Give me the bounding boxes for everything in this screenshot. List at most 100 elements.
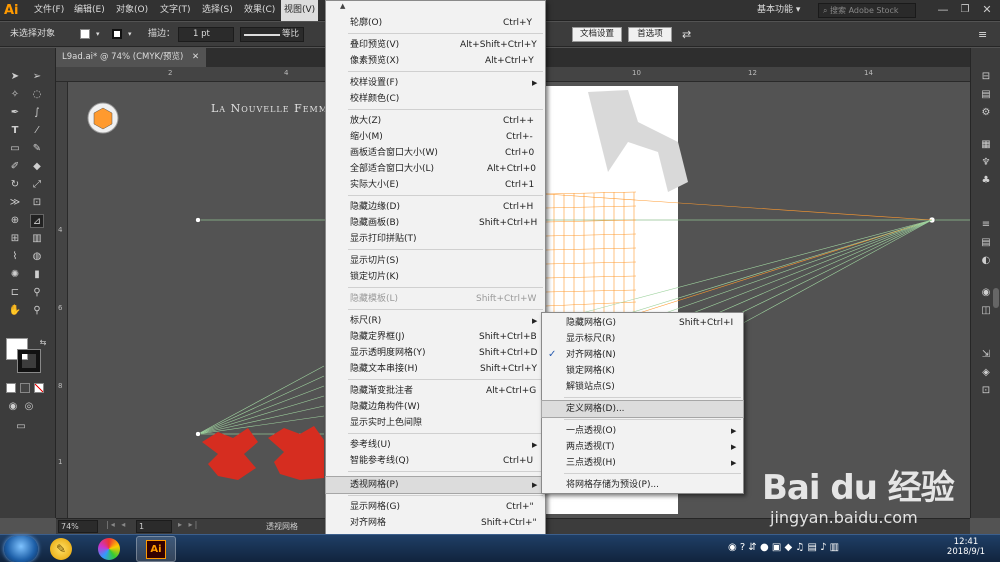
draw-mode-icon[interactable]: ◉ xyxy=(6,400,20,414)
color-mode-icon[interactable] xyxy=(6,383,16,393)
menu-edit[interactable]: 编辑(E) xyxy=(71,0,108,21)
properties-icon[interactable]: ⊟ xyxy=(979,70,993,84)
menu-item-show-slices[interactable]: 显示切片(S) xyxy=(326,253,545,269)
eraser-icon[interactable]: ◆ xyxy=(30,160,44,174)
menu-item-show-grid[interactable]: 显示网格(G) Ctrl+" xyxy=(326,499,545,515)
panel-scrollbar[interactable] xyxy=(993,288,999,308)
zoom-tool-icon[interactable]: ⚲ xyxy=(30,304,44,318)
width-tool-icon[interactable]: ≫ xyxy=(8,196,22,210)
menu-item-proof-setup[interactable]: 校样设置(F) ▶ xyxy=(326,75,545,91)
menu-item-hide-artboards[interactable]: 隐藏画板(B) Shift+Ctrl+H xyxy=(326,215,545,231)
menu-item-fit-artboard[interactable]: 画板适合窗口大小(W) Ctrl+0 xyxy=(326,145,545,161)
menu-item-rulers[interactable]: 标尺(R) ▶ xyxy=(326,313,545,329)
menu-item-pixel-preview[interactable]: 像素预览(X) Alt+Ctrl+Y xyxy=(326,53,545,69)
graphic-styles-icon[interactable]: ◫ xyxy=(979,304,993,318)
selection-tool-icon[interactable]: ➤ xyxy=(8,70,22,84)
color-guide-icon[interactable]: ⚙ xyxy=(979,106,993,120)
lasso-icon[interactable]: ◌ xyxy=(30,88,44,102)
draw-behind-icon[interactable]: ◎ xyxy=(22,400,36,414)
illustrator-taskbar-button[interactable]: Ai xyxy=(136,536,176,562)
export-icon[interactable]: ⇲ xyxy=(979,348,993,362)
menu-item-hide-text-threads[interactable]: 隐藏文本串接(H) Shift+Ctrl+Y xyxy=(326,361,545,377)
menu-item-guides[interactable]: 参考线(U) ▶ xyxy=(326,437,545,453)
free-transform-icon[interactable]: ⊡ xyxy=(30,196,44,210)
layers-icon[interactable]: ◈ xyxy=(979,366,993,380)
menu-item-lock-slices[interactable]: 锁定切片(K) xyxy=(326,269,545,285)
menu-item-show-print-tiling[interactable]: 显示打印拼贴(T) xyxy=(326,231,545,247)
symbol-sprayer-icon[interactable]: ✺ xyxy=(8,268,22,282)
document-tab[interactable]: L9ad.ai* @ 74% (CMYK/预览) ✕ xyxy=(56,48,206,67)
close-icon[interactable]: ✕ xyxy=(980,3,994,17)
document-setup-button[interactable]: 文档设置 xyxy=(572,27,622,42)
stroke-panel-icon[interactable]: ≡ xyxy=(979,218,993,232)
menu-item-zoom-in[interactable]: 放大(Z) Ctrl++ xyxy=(326,113,545,129)
appearance-icon[interactable]: ◉ xyxy=(979,286,993,300)
perspective-grid-tool-icon[interactable]: ⊿ xyxy=(30,214,44,228)
menu-item-perspective-grid[interactable]: 透视网格(P) ▶ xyxy=(325,476,546,494)
submenu-item-hide-grid[interactable]: 隐藏网格(G) Shift+Ctrl+I xyxy=(542,315,743,331)
rotate-tool-icon[interactable]: ↻ xyxy=(8,178,22,192)
menu-view[interactable]: 视图(V) xyxy=(281,0,319,21)
menu-item-hide-corner-widget[interactable]: 隐藏边角构件(W) xyxy=(326,399,545,415)
paintbrush-icon[interactable]: ✎ xyxy=(30,142,44,156)
swap-fill-stroke-icon[interactable]: ⇆ xyxy=(36,336,50,350)
tray-icons[interactable]: ◉ ? ⇵ ● ▣ ◆ ♫ ▤ ♪ ▥ xyxy=(728,542,839,553)
mesh-tool-icon[interactable]: ⊞ xyxy=(8,232,22,246)
submenu-item-two-point[interactable]: 两点透视(T) ▶ xyxy=(542,439,743,455)
menu-item-actual-size[interactable]: 实际大小(E) Ctrl+1 xyxy=(326,177,545,193)
menu-item-show-transparency-grid[interactable]: 显示透明度网格(Y) Shift+Ctrl+D xyxy=(326,345,545,361)
symbols-icon[interactable]: ♣ xyxy=(979,174,993,188)
rectangle-tool-icon[interactable]: ▭ xyxy=(8,142,22,156)
menu-item-hide-gradient-annotator[interactable]: 隐藏渐变批注者 Alt+Ctrl+G xyxy=(326,383,545,399)
left-vanishing-point[interactable] xyxy=(195,217,201,223)
type-tool-icon[interactable]: T xyxy=(8,124,22,138)
stroke-color-box[interactable] xyxy=(17,349,41,373)
restore-icon[interactable]: ❐ xyxy=(958,3,972,17)
stroke-weight-field[interactable]: 1 pt xyxy=(178,27,234,42)
menu-item-zoom-out[interactable]: 缩小(M) Ctrl+- xyxy=(326,129,545,145)
menu-item-overprint-preview[interactable]: 叠印预览(V) Alt+Shift+Ctrl+Y xyxy=(326,37,545,53)
shaper-tool-icon[interactable]: ✐ xyxy=(8,160,22,174)
stroke-swatch[interactable] xyxy=(112,29,122,39)
pen-tool-icon[interactable]: ✒ xyxy=(8,106,22,120)
submenu-item-show-rulers[interactable]: 显示标尺(R) xyxy=(542,331,743,347)
menu-item-smart-guides[interactable]: 智能参考线(Q) Ctrl+U xyxy=(326,453,545,469)
menu-object[interactable]: 对象(O) xyxy=(113,0,151,21)
chevron-down-icon[interactable]: ▾ xyxy=(96,22,100,47)
brushes-icon[interactable]: ♆ xyxy=(979,156,993,170)
gradient-tool-icon[interactable]: ▥ xyxy=(30,232,44,246)
menu-item-show-live-paint-gaps[interactable]: 显示实时上色间隙 xyxy=(326,415,545,431)
transparency-icon[interactable]: ◐ xyxy=(979,254,993,268)
clock[interactable]: 12:41 2018/9/1 xyxy=(944,537,988,557)
hand-tool-icon[interactable]: ✋ xyxy=(8,304,22,318)
close-tab-icon[interactable]: ✕ xyxy=(192,52,199,62)
minimize-icon[interactable]: — xyxy=(936,3,950,17)
chevron-down-icon[interactable]: ▾ xyxy=(128,22,132,47)
menu-item-hide-bounding-box[interactable]: 隐藏定界框(J) Shift+Ctrl+B xyxy=(326,329,545,345)
menu-type[interactable]: 文字(T) xyxy=(157,0,194,21)
submenu-item-one-point[interactable]: 一点透视(O) ▶ xyxy=(542,423,743,439)
menu-item-outline[interactable]: 轮廓(O) Ctrl+Y xyxy=(326,15,545,31)
blend-tool-icon[interactable]: ◍ xyxy=(30,250,44,264)
gradient-mode-icon[interactable] xyxy=(20,383,30,393)
menu-item-snap-to-grid[interactable]: 对齐网格 Shift+Ctrl+" xyxy=(326,515,545,531)
submenu-item-unlock-station[interactable]: 解锁站点(S) xyxy=(542,379,743,395)
submenu-item-define-grid[interactable]: 定义网格(D)... xyxy=(541,400,744,418)
submenu-item-snap-to-grid[interactable]: ✓ 对齐网格(N) xyxy=(542,347,743,363)
curvature-tool-icon[interactable]: ∫ xyxy=(30,106,44,120)
direct-selection-tool-icon[interactable]: ➢ xyxy=(30,70,44,84)
panel-menu-icon[interactable]: ≡ xyxy=(978,22,987,47)
menu-select[interactable]: 选择(S) xyxy=(199,0,236,21)
screen-mode-icon[interactable]: ▭ xyxy=(14,420,28,434)
eyedropper-icon[interactable]: ⌇ xyxy=(8,250,22,264)
menu-item-fit-all[interactable]: 全部适合窗口大小(L) Alt+Ctrl+0 xyxy=(326,161,545,177)
menu-file[interactable]: 文件(F) xyxy=(31,0,67,21)
menu-item-hide-edges[interactable]: 隐藏边缘(D) Ctrl+H xyxy=(326,199,545,215)
slice-tool-icon[interactable]: ⚲ xyxy=(30,286,44,300)
submenu-item-save-preset[interactable]: 将网格存储为预设(P)... xyxy=(542,477,743,493)
line-tool-icon[interactable]: ⁄ xyxy=(30,124,44,138)
magic-wand-icon[interactable]: ✧ xyxy=(8,88,22,102)
fill-swatch[interactable] xyxy=(80,29,90,39)
swatches-icon[interactable]: ▦ xyxy=(979,138,993,152)
artboard-nav-next[interactable]: ▸ ▸| xyxy=(178,520,199,529)
